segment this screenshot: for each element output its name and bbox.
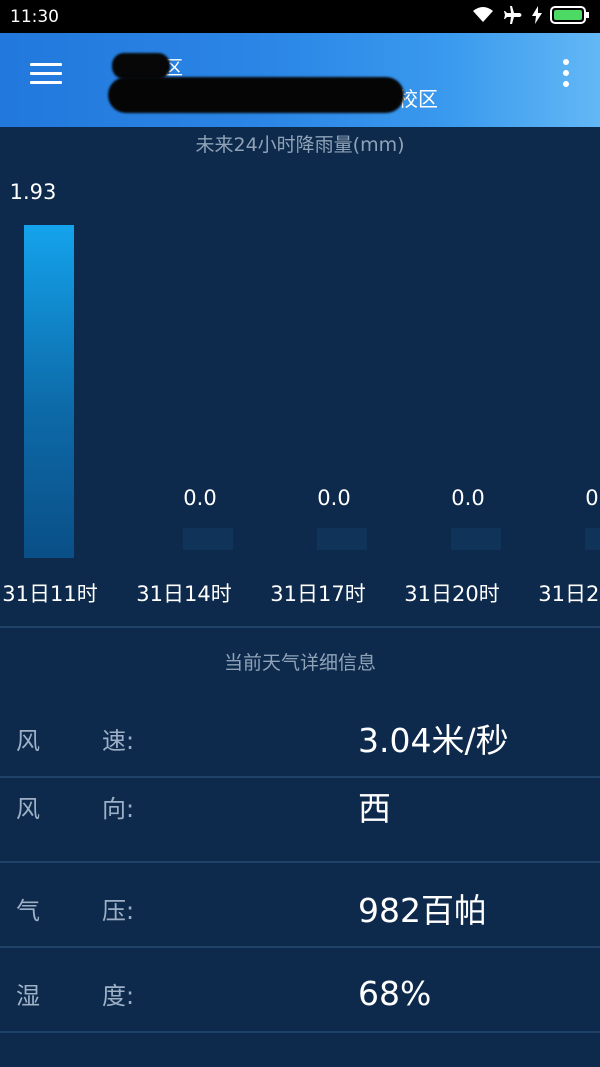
more-options-icon[interactable] [562,59,570,89]
status-time: 11:30 [10,7,59,27]
x-tick-label: 31日17时 [270,582,366,606]
bar-column: 1.93 31日11时 [0,160,133,620]
row-divider [0,946,600,948]
bar-column: 0.0 31日20时 [401,160,535,620]
rain-bar [24,225,74,558]
bar-value-label: 0.0 [451,486,485,510]
detail-label: 风 [16,726,40,755]
airplane-mode-icon [502,5,524,29]
detail-value: 西 [358,789,391,828]
bar-value-label: 0.0 [585,486,600,510]
rain-bar [183,528,233,550]
detail-label: 度: [102,981,135,1010]
x-tick-label: 31日20时 [404,582,500,606]
location-line-2: 校区 [398,87,438,111]
bar-column: 0.0 31日23时 [535,160,600,620]
detail-row-wind-direction: 风 向: 西 [0,764,600,848]
wifi-icon [472,6,494,28]
chart-title: 未来24小时降雨量(mm) [195,134,405,156]
charging-icon [532,6,542,28]
detail-label: 向: [102,794,135,823]
status-bar: 11:30 [0,0,600,33]
bar-column: 0.0 31日14时 [133,160,267,620]
status-icons [472,6,590,28]
redaction-mark [108,77,404,113]
bar-value-label: 0.0 [183,486,217,510]
detail-label: 气 [16,896,40,925]
rain-bar [451,528,501,550]
detail-label: 风 [16,794,40,823]
detail-value: 982百帕 [358,891,487,930]
app-bar: 区 校区 [0,33,600,127]
bar-value-label: 0.0 [317,486,351,510]
rain-bar [585,528,600,550]
divider [0,626,600,628]
details-title: 当前天气详细信息 [223,652,376,674]
bar-value-label: 1.93 [9,180,57,204]
detail-label: 压: [102,896,135,925]
detail-label: 湿 [16,981,40,1010]
battery-icon [550,6,590,28]
redaction-mark [112,53,170,79]
x-tick-label: 31日23时 [538,582,600,606]
detail-value: 68% [358,973,432,1013]
x-tick-label: 31日11时 [2,582,98,606]
row-divider [0,861,600,863]
x-tick-label: 31日14时 [136,582,232,606]
rain-bar [317,528,367,550]
rainfall-chart: 1.9331日11时0.031日14时0.031日17时0.031日20时0.0… [0,160,600,620]
menu-icon[interactable] [30,61,64,87]
detail-row-pressure: 气 压: 982百帕 [0,866,600,950]
detail-label: 速: [102,726,135,755]
bar-column: 0.0 31日17时 [267,160,401,620]
row-divider [0,1031,600,1033]
detail-row-humidity: 湿 度: 68% [0,951,600,1035]
